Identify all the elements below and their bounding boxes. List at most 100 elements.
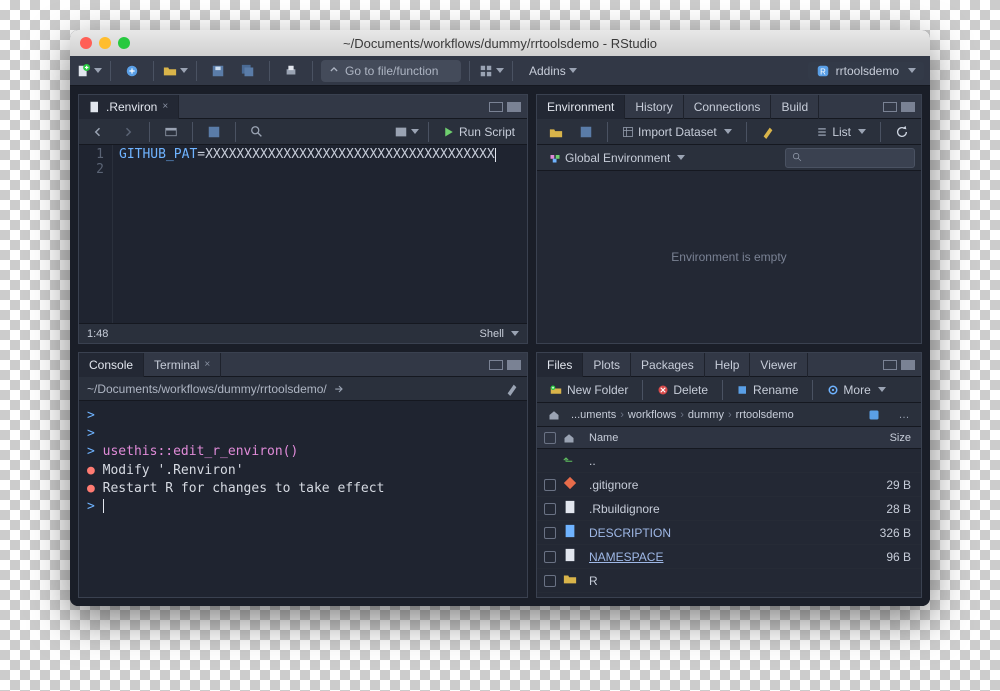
goto-file-placeholder: Go to file/function bbox=[345, 64, 438, 78]
file-name: NAMESPACE bbox=[585, 550, 861, 564]
file-checkbox[interactable] bbox=[544, 551, 556, 563]
more-menu[interactable]: More bbox=[821, 379, 891, 401]
minimize-window-button[interactable] bbox=[99, 37, 111, 49]
tab-files[interactable]: Files bbox=[537, 353, 583, 377]
file-row[interactable]: .Rbuildignore28 B bbox=[537, 497, 921, 521]
tab-plots[interactable]: Plots bbox=[583, 353, 631, 377]
refresh-env-button[interactable] bbox=[889, 121, 915, 143]
show-in-new-window-button[interactable] bbox=[158, 121, 184, 143]
code-editor[interactable]: 12 GITHUB_PAT=XXXXXXXXXXXXXXXXXXXXXXXXXX… bbox=[79, 145, 527, 323]
app-window: ~/Documents/workflows/dummy/rrtoolsdemo … bbox=[70, 30, 930, 606]
maximize-pane-button[interactable] bbox=[507, 102, 521, 112]
env-view-mode[interactable]: List bbox=[810, 121, 872, 143]
file-icon bbox=[563, 572, 585, 589]
crumb-more-icon[interactable]: … bbox=[891, 404, 917, 426]
minimize-files-button[interactable] bbox=[883, 360, 897, 370]
print-button[interactable] bbox=[278, 60, 304, 82]
home-icon[interactable] bbox=[541, 404, 567, 426]
file-row[interactable]: rrtoolsdemo.Rproj386 B bbox=[537, 593, 921, 597]
file-row[interactable]: R bbox=[537, 569, 921, 593]
source-tab-label: .Renviron bbox=[106, 100, 157, 114]
tab-viewer[interactable]: Viewer bbox=[750, 353, 807, 377]
console-pane: Console Terminal× ~/Documents/workflows/… bbox=[78, 352, 528, 598]
console-output[interactable]: > > > usethis::edit_r_environ() ● Modify… bbox=[79, 401, 527, 597]
crumb-2[interactable]: dummy bbox=[688, 409, 724, 421]
file-list: ⬑...gitignore29 B.Rbuildignore28 BDESCRI… bbox=[537, 449, 921, 597]
minimize-pane-button[interactable] bbox=[489, 102, 503, 112]
tab-console[interactable]: Console bbox=[79, 353, 144, 377]
close-tab-icon[interactable]: × bbox=[162, 101, 168, 112]
code-content: GITHUB_PAT=XXXXXXXXXXXXXXXXXXXXXXXXXXXXX… bbox=[113, 145, 502, 323]
file-checkbox[interactable] bbox=[544, 527, 556, 539]
save-workspace-button[interactable] bbox=[573, 121, 599, 143]
save-all-button[interactable] bbox=[235, 60, 261, 82]
file-row[interactable]: ⬑.. bbox=[537, 449, 921, 473]
env-scope-bar: Global Environment bbox=[537, 145, 921, 171]
tab-environment[interactable]: Environment bbox=[537, 95, 625, 119]
file-name: .Rbuildignore bbox=[585, 502, 861, 516]
crumb-rproj-icon[interactable] bbox=[861, 404, 887, 426]
load-workspace-button[interactable] bbox=[543, 121, 569, 143]
rename-button[interactable]: Rename bbox=[731, 379, 804, 401]
clear-workspace-button[interactable] bbox=[755, 121, 781, 143]
file-icon: ⬑ bbox=[563, 454, 585, 468]
tab-terminal[interactable]: Terminal× bbox=[144, 353, 221, 377]
crumb-1[interactable]: workflows bbox=[628, 409, 676, 421]
open-file-button[interactable] bbox=[162, 60, 188, 82]
clear-console-icon[interactable] bbox=[505, 382, 519, 396]
delete-button[interactable]: Delete bbox=[651, 379, 714, 401]
sort-home-icon[interactable] bbox=[563, 432, 585, 444]
line-gutter: 12 bbox=[79, 145, 113, 323]
maximize-files-button[interactable] bbox=[901, 360, 915, 370]
select-all-checkbox[interactable] bbox=[544, 432, 556, 444]
minimize-console-button[interactable] bbox=[489, 360, 503, 370]
env-search-input[interactable] bbox=[785, 148, 915, 168]
close-terminal-icon[interactable]: × bbox=[204, 359, 210, 370]
tab-packages[interactable]: Packages bbox=[631, 353, 705, 377]
import-dataset-button[interactable]: Import Dataset bbox=[616, 121, 738, 143]
addins-menu[interactable]: Addins bbox=[521, 60, 585, 82]
tab-history[interactable]: History bbox=[625, 95, 683, 119]
scope-selector[interactable]: Global Environment bbox=[543, 147, 691, 169]
language-selector[interactable]: Shell bbox=[472, 328, 527, 340]
source-tab-renviron[interactable]: .Renviron × bbox=[79, 95, 179, 119]
breadcrumb: ...uments› workflows› dummy› rrtoolsdemo… bbox=[537, 403, 921, 427]
tab-build[interactable]: Build bbox=[771, 95, 819, 119]
zoom-window-button[interactable] bbox=[118, 37, 130, 49]
svg-text:R: R bbox=[820, 67, 826, 76]
console-path: ~/Documents/workflows/dummy/rrtoolsdemo/ bbox=[87, 382, 327, 396]
file-checkbox[interactable] bbox=[544, 479, 556, 491]
new-file-button[interactable] bbox=[76, 60, 102, 82]
find-button[interactable] bbox=[244, 121, 270, 143]
maximize-console-button[interactable] bbox=[507, 360, 521, 370]
goto-file-input[interactable]: Go to file/function bbox=[321, 60, 461, 82]
forward-button[interactable] bbox=[115, 121, 141, 143]
file-row[interactable]: .gitignore29 B bbox=[537, 473, 921, 497]
crumb-3[interactable]: rrtoolsdemo bbox=[736, 409, 794, 421]
file-row[interactable]: NAMESPACE96 B bbox=[537, 545, 921, 569]
minimize-env-button[interactable] bbox=[883, 102, 897, 112]
tab-connections[interactable]: Connections bbox=[684, 95, 772, 119]
col-header-size[interactable]: Size bbox=[861, 432, 921, 444]
new-folder-button[interactable]: New Folder bbox=[543, 379, 634, 401]
file-row[interactable]: DESCRIPTION326 B bbox=[537, 521, 921, 545]
run-script-button[interactable]: Run Script bbox=[437, 121, 521, 143]
project-menu[interactable]: R rrtoolsdemo bbox=[808, 62, 924, 80]
new-project-button[interactable] bbox=[119, 60, 145, 82]
crumb-0[interactable]: ...uments bbox=[571, 409, 616, 421]
file-checkbox[interactable] bbox=[544, 503, 556, 515]
addins-label: Addins bbox=[529, 64, 566, 78]
grid-view-button[interactable] bbox=[478, 60, 504, 82]
save-button[interactable] bbox=[205, 60, 231, 82]
close-window-button[interactable] bbox=[80, 37, 92, 49]
col-header-name[interactable]: Name bbox=[585, 432, 861, 444]
goto-dir-icon[interactable] bbox=[333, 383, 345, 395]
maximize-env-button[interactable] bbox=[901, 102, 915, 112]
save-source-button[interactable] bbox=[201, 121, 227, 143]
tab-help[interactable]: Help bbox=[705, 353, 751, 377]
back-button[interactable] bbox=[85, 121, 111, 143]
env-toolbar: Import Dataset List bbox=[537, 119, 921, 145]
file-checkbox[interactable] bbox=[544, 575, 556, 587]
source-options-button[interactable] bbox=[394, 121, 420, 143]
file-icon bbox=[563, 476, 585, 493]
